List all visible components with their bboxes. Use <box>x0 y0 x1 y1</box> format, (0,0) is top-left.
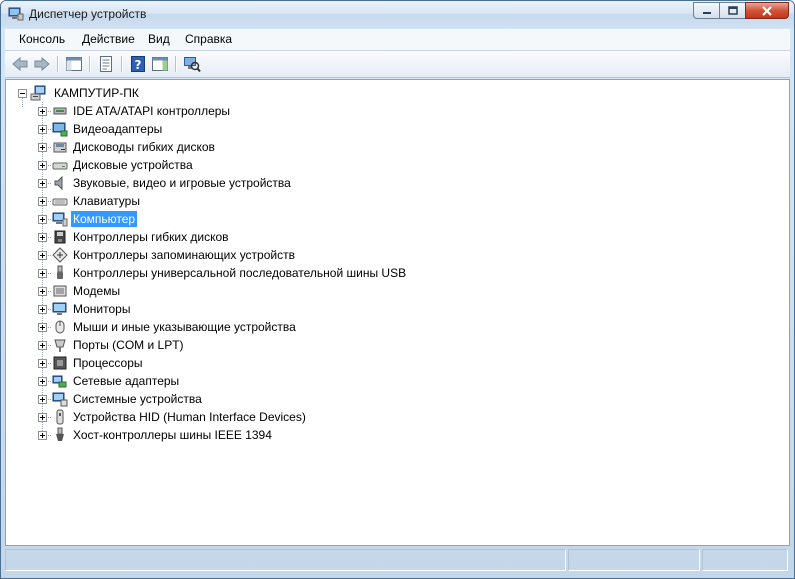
tree-item-3[interactable]: Дисководы гибких дисков <box>71 139 217 155</box>
expand-button[interactable] <box>38 359 47 368</box>
device-manager-icon <box>8 7 24 21</box>
usb-icon <box>57 265 63 279</box>
tree-item-1[interactable]: IDE ATA/ATAPI контроллеры <box>71 103 232 119</box>
collapse-button[interactable] <box>18 89 27 98</box>
tree-item-2[interactable]: Видеоадаптеры <box>71 121 164 137</box>
disk-drive-icon <box>52 162 68 170</box>
floppy-drive-icon <box>53 142 67 153</box>
expand-button[interactable] <box>38 197 47 206</box>
minimize-button[interactable] <box>693 2 719 19</box>
storage-controller-icon <box>52 247 68 263</box>
expand-button[interactable] <box>38 125 47 134</box>
maximize-button[interactable] <box>719 2 745 19</box>
expand-button[interactable] <box>38 431 47 440</box>
show-hide-console-tree-icon[interactable] <box>65 55 83 73</box>
back-arrow-icon[interactable] <box>11 55 29 73</box>
expand-button[interactable] <box>38 305 47 314</box>
ieee1394-icon <box>56 427 64 441</box>
device-manager-window: Диспетчер устройств Консоль Действие Вид… <box>0 0 795 579</box>
expand-button[interactable] <box>38 395 47 404</box>
expand-button[interactable] <box>38 161 47 170</box>
expand-button[interactable] <box>38 269 47 278</box>
tree-item-10[interactable]: Контроллеры универсальной последовательн… <box>71 265 408 281</box>
menu-action[interactable]: Действие <box>82 32 135 46</box>
tree-item-7[interactable]: Компьютер <box>71 211 138 227</box>
system-devices-icon <box>52 392 68 407</box>
tree-item-19[interactable]: Хост-контроллеры шины IEEE 1394 <box>71 427 274 443</box>
expand-button[interactable] <box>38 233 47 242</box>
tree-item-15[interactable]: Процессоры <box>71 355 145 371</box>
computer-root-icon <box>30 85 46 101</box>
ide-controller-icon <box>53 107 67 115</box>
tree-item-4[interactable]: Дисковые устройства <box>71 157 195 173</box>
tree-root-label[interactable]: КАМПУТИР-ПК <box>52 85 141 101</box>
properties-icon[interactable] <box>97 55 115 73</box>
tree-item-16[interactable]: Сетевые адаптеры <box>71 373 181 389</box>
mouse-icon <box>55 320 65 334</box>
close-icon <box>762 5 772 16</box>
computer-icon <box>52 212 68 227</box>
toolbar-separator <box>89 56 90 72</box>
forward-arrow-icon[interactable] <box>33 55 51 73</box>
expand-button[interactable] <box>38 251 47 260</box>
display-adapter-icon <box>52 122 68 137</box>
menu-view[interactable]: Вид <box>148 32 170 46</box>
tree-item-9[interactable]: Контроллеры запоминающих устройств <box>71 247 297 263</box>
minimize-icon <box>702 11 711 14</box>
device-tree[interactable]: КАМПУТИР-ПК IDE ATA/ATAPI контроллеры Вид… <box>5 79 790 546</box>
speaker-icon <box>54 175 63 191</box>
toolbar-separator <box>57 56 58 72</box>
tree-item-8[interactable]: Контроллеры гибких дисков <box>71 229 231 245</box>
network-adapter-icon <box>52 375 67 388</box>
svg-text:?: ? <box>135 58 142 72</box>
scan-hardware-icon[interactable] <box>183 55 201 73</box>
tree-item-6[interactable]: Клавиатуры <box>71 193 142 209</box>
menu-console[interactable]: Консоль <box>19 32 65 46</box>
tree-item-13[interactable]: Мыши и иные указывающие устройства <box>71 319 298 335</box>
expand-button[interactable] <box>38 179 47 188</box>
toolbar: ? <box>5 51 790 78</box>
tree-item-12[interactable]: Мониторы <box>71 301 132 317</box>
expand-button[interactable] <box>38 377 47 386</box>
help-icon[interactable]: ? <box>129 55 147 73</box>
tree-item-14[interactable]: Порты (COM и LPT) <box>71 337 186 353</box>
status-panel-2 <box>568 549 700 571</box>
menu-help[interactable]: Справка <box>185 32 232 46</box>
expand-button[interactable] <box>38 341 47 350</box>
title-bar[interactable]: Диспетчер устройств <box>1 1 794 28</box>
processor-icon <box>53 356 67 370</box>
expand-button[interactable] <box>38 215 47 224</box>
monitor-icon <box>52 302 67 315</box>
status-panel-3 <box>702 549 788 571</box>
toolbar-separator <box>121 56 122 72</box>
tree-item-18[interactable]: Устройства HID (Human Interface Devices) <box>71 409 308 425</box>
status-panel-main <box>5 549 566 571</box>
tree-item-5[interactable]: Звуковые, видео и игровые устройства <box>71 175 293 191</box>
status-bar <box>5 549 790 573</box>
tree-item-17[interactable]: Системные устройства <box>71 391 204 407</box>
menu-bar: Консоль Действие Вид Справка <box>5 29 790 51</box>
expand-button[interactable] <box>38 143 47 152</box>
window-title: Диспетчер устройств <box>29 7 147 21</box>
floppy-controller-icon <box>54 230 66 244</box>
keyboard-icon <box>52 198 68 206</box>
hid-icon <box>56 409 64 425</box>
tree-item-11[interactable]: Модемы <box>71 283 122 299</box>
maximize-icon <box>727 6 738 15</box>
close-button[interactable] <box>745 2 789 19</box>
expand-button[interactable] <box>38 287 47 296</box>
expand-button[interactable] <box>38 107 47 116</box>
toolbar-separator <box>175 56 176 72</box>
action-pane-icon[interactable] <box>151 55 169 73</box>
modem-icon <box>53 285 67 297</box>
expand-button[interactable] <box>38 413 47 422</box>
expand-button[interactable] <box>38 323 47 332</box>
port-icon <box>54 339 66 352</box>
